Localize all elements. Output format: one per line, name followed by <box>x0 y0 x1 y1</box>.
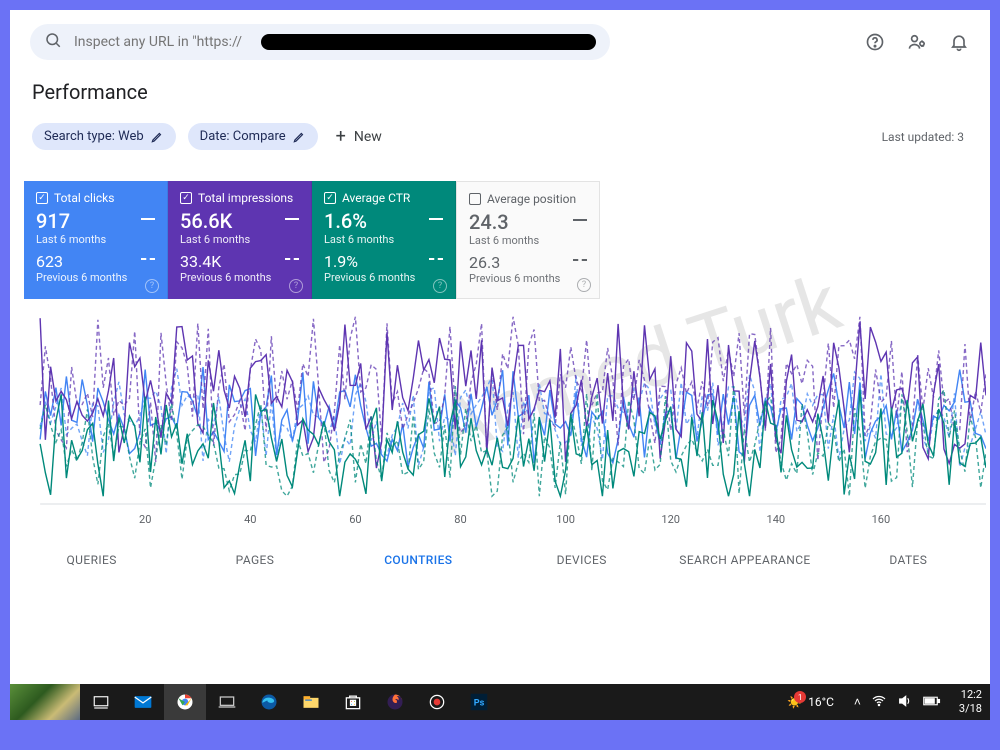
metric-prev-period: Previous 6 months <box>324 271 443 284</box>
dimension-tabs: QUERIESPAGESCOUNTRIESDEVICESSEARCH APPEA… <box>10 531 990 577</box>
svg-text:100: 100 <box>556 513 575 526</box>
weather-icon: ☀️1 <box>787 695 802 709</box>
legend-dashed <box>573 259 587 261</box>
tab-queries[interactable]: QUERIES <box>10 553 173 567</box>
filter-chip-search-type[interactable]: Search type: Web <box>32 123 176 150</box>
clock[interactable]: 12:2 3/18 <box>951 688 990 716</box>
redacted-url <box>261 34 596 50</box>
svg-text:140: 140 <box>766 513 785 526</box>
user-settings-icon[interactable] <box>906 31 928 53</box>
add-filter-button[interactable]: + New <box>330 122 388 151</box>
checkbox-icon <box>180 192 192 204</box>
metric-name: Average position <box>487 192 576 206</box>
svg-text:80: 80 <box>454 513 466 526</box>
metric-card-total-clicks[interactable]: Total clicks 917 Last 6 months 623 Previ… <box>24 181 168 299</box>
last-updated-text: Last updated: 3 <box>882 130 968 144</box>
filter-chip-date[interactable]: Date: Compare <box>188 123 318 150</box>
legend-dashed <box>429 258 443 260</box>
edge-app-icon[interactable] <box>248 684 290 720</box>
legend-solid <box>573 219 587 221</box>
metric-name: Total clicks <box>54 191 114 205</box>
metric-period: Last 6 months <box>469 234 587 247</box>
legend-dashed <box>141 258 155 260</box>
metric-card-average-ctr[interactable]: Average CTR 1.6% Last 6 months 1.9% Prev… <box>312 181 456 299</box>
legend-dashed <box>285 258 299 260</box>
pencil-icon <box>150 130 164 144</box>
metric-value: 56.6K <box>180 209 232 233</box>
search-icon <box>44 31 62 53</box>
legend-solid <box>141 218 155 220</box>
page-title: Performance <box>10 74 990 122</box>
metric-prev-value: 1.9% <box>324 252 358 271</box>
tab-devices[interactable]: DEVICES <box>500 553 663 567</box>
ms-store-icon[interactable] <box>332 684 374 720</box>
metric-card-total-impressions[interactable]: Total impressions 56.6K Last 6 months 33… <box>168 181 312 299</box>
info-icon[interactable]: ? <box>145 279 159 293</box>
legend-solid <box>285 218 299 220</box>
svg-text:160: 160 <box>872 513 891 526</box>
mail-app-icon[interactable] <box>122 684 164 720</box>
metric-card-average-position[interactable]: Average position 24.3 Last 6 months 26.3… <box>456 181 600 299</box>
battery-icon[interactable] <box>923 695 941 710</box>
weather-widget[interactable]: ☀️1 16°C <box>777 695 844 709</box>
pencil-icon <box>292 130 306 144</box>
checkbox-icon <box>324 192 336 204</box>
metric-prev-period: Previous 6 months <box>469 272 587 285</box>
file-explorer-icon[interactable] <box>290 684 332 720</box>
metric-prev-value: 623 <box>36 252 63 271</box>
photoshop-app-icon[interactable]: Ps <box>458 684 500 720</box>
metric-name: Average CTR <box>342 191 410 205</box>
chrome-app-icon[interactable] <box>164 684 206 720</box>
windows-taskbar: Ps ☀️1 16°C ˄ 12:2 3/18 <box>10 684 990 720</box>
metric-prev-period: Previous 6 months <box>180 271 299 284</box>
system-tray[interactable]: ˄ <box>844 693 951 712</box>
metric-name: Total impressions <box>198 191 293 205</box>
firefox-app-icon[interactable] <box>374 684 416 720</box>
metric-value: 917 <box>36 209 70 233</box>
start-button[interactable] <box>10 684 80 720</box>
metric-prev-period: Previous 6 months <box>36 271 155 284</box>
checkbox-icon <box>469 193 481 205</box>
info-icon[interactable]: ? <box>433 279 447 293</box>
task-view-icon[interactable] <box>80 684 122 720</box>
metric-period: Last 6 months <box>324 233 443 246</box>
checkbox-icon <box>36 192 48 204</box>
svg-text:20: 20 <box>139 513 151 526</box>
metric-prev-value: 26.3 <box>469 253 500 272</box>
metric-value: 24.3 <box>469 210 509 234</box>
metric-prev-value: 33.4K <box>180 252 221 271</box>
metric-period: Last 6 months <box>36 233 155 246</box>
volume-icon[interactable] <box>897 693 913 712</box>
svg-text:Ps: Ps <box>474 699 485 709</box>
tab-search-appearance[interactable]: SEARCH APPEARANCE <box>663 553 826 567</box>
metric-period: Last 6 months <box>180 233 299 246</box>
metric-value: 1.6% <box>324 209 367 233</box>
url-inspect-search[interactable] <box>30 24 610 60</box>
url-inspect-input[interactable] <box>74 34 249 50</box>
laptop-app-icon[interactable] <box>206 684 248 720</box>
tab-pages[interactable]: PAGES <box>173 553 336 567</box>
svg-text:120: 120 <box>661 513 680 526</box>
topbar <box>10 10 990 74</box>
chevron-up-icon[interactable]: ˄ <box>854 695 861 709</box>
metric-cards: Total clicks 917 Last 6 months 623 Previ… <box>10 151 990 299</box>
record-app-icon[interactable] <box>416 684 458 720</box>
info-icon[interactable]: ? <box>289 279 303 293</box>
tab-dates[interactable]: DATES <box>827 553 990 567</box>
wifi-icon[interactable] <box>871 693 887 712</box>
svg-text:60: 60 <box>349 513 361 526</box>
help-icon[interactable] <box>864 31 886 53</box>
info-icon[interactable]: ? <box>577 278 591 292</box>
plus-icon: + <box>336 126 346 147</box>
legend-solid <box>429 218 443 220</box>
svg-text:40: 40 <box>244 513 256 526</box>
filter-bar: Search type: Web Date: Compare + New Las… <box>10 122 990 151</box>
tab-countries[interactable]: COUNTRIES <box>337 553 500 567</box>
performance-chart: 20 40 60 80 100 120 140 160 <box>10 299 990 531</box>
notifications-icon[interactable] <box>948 31 970 53</box>
